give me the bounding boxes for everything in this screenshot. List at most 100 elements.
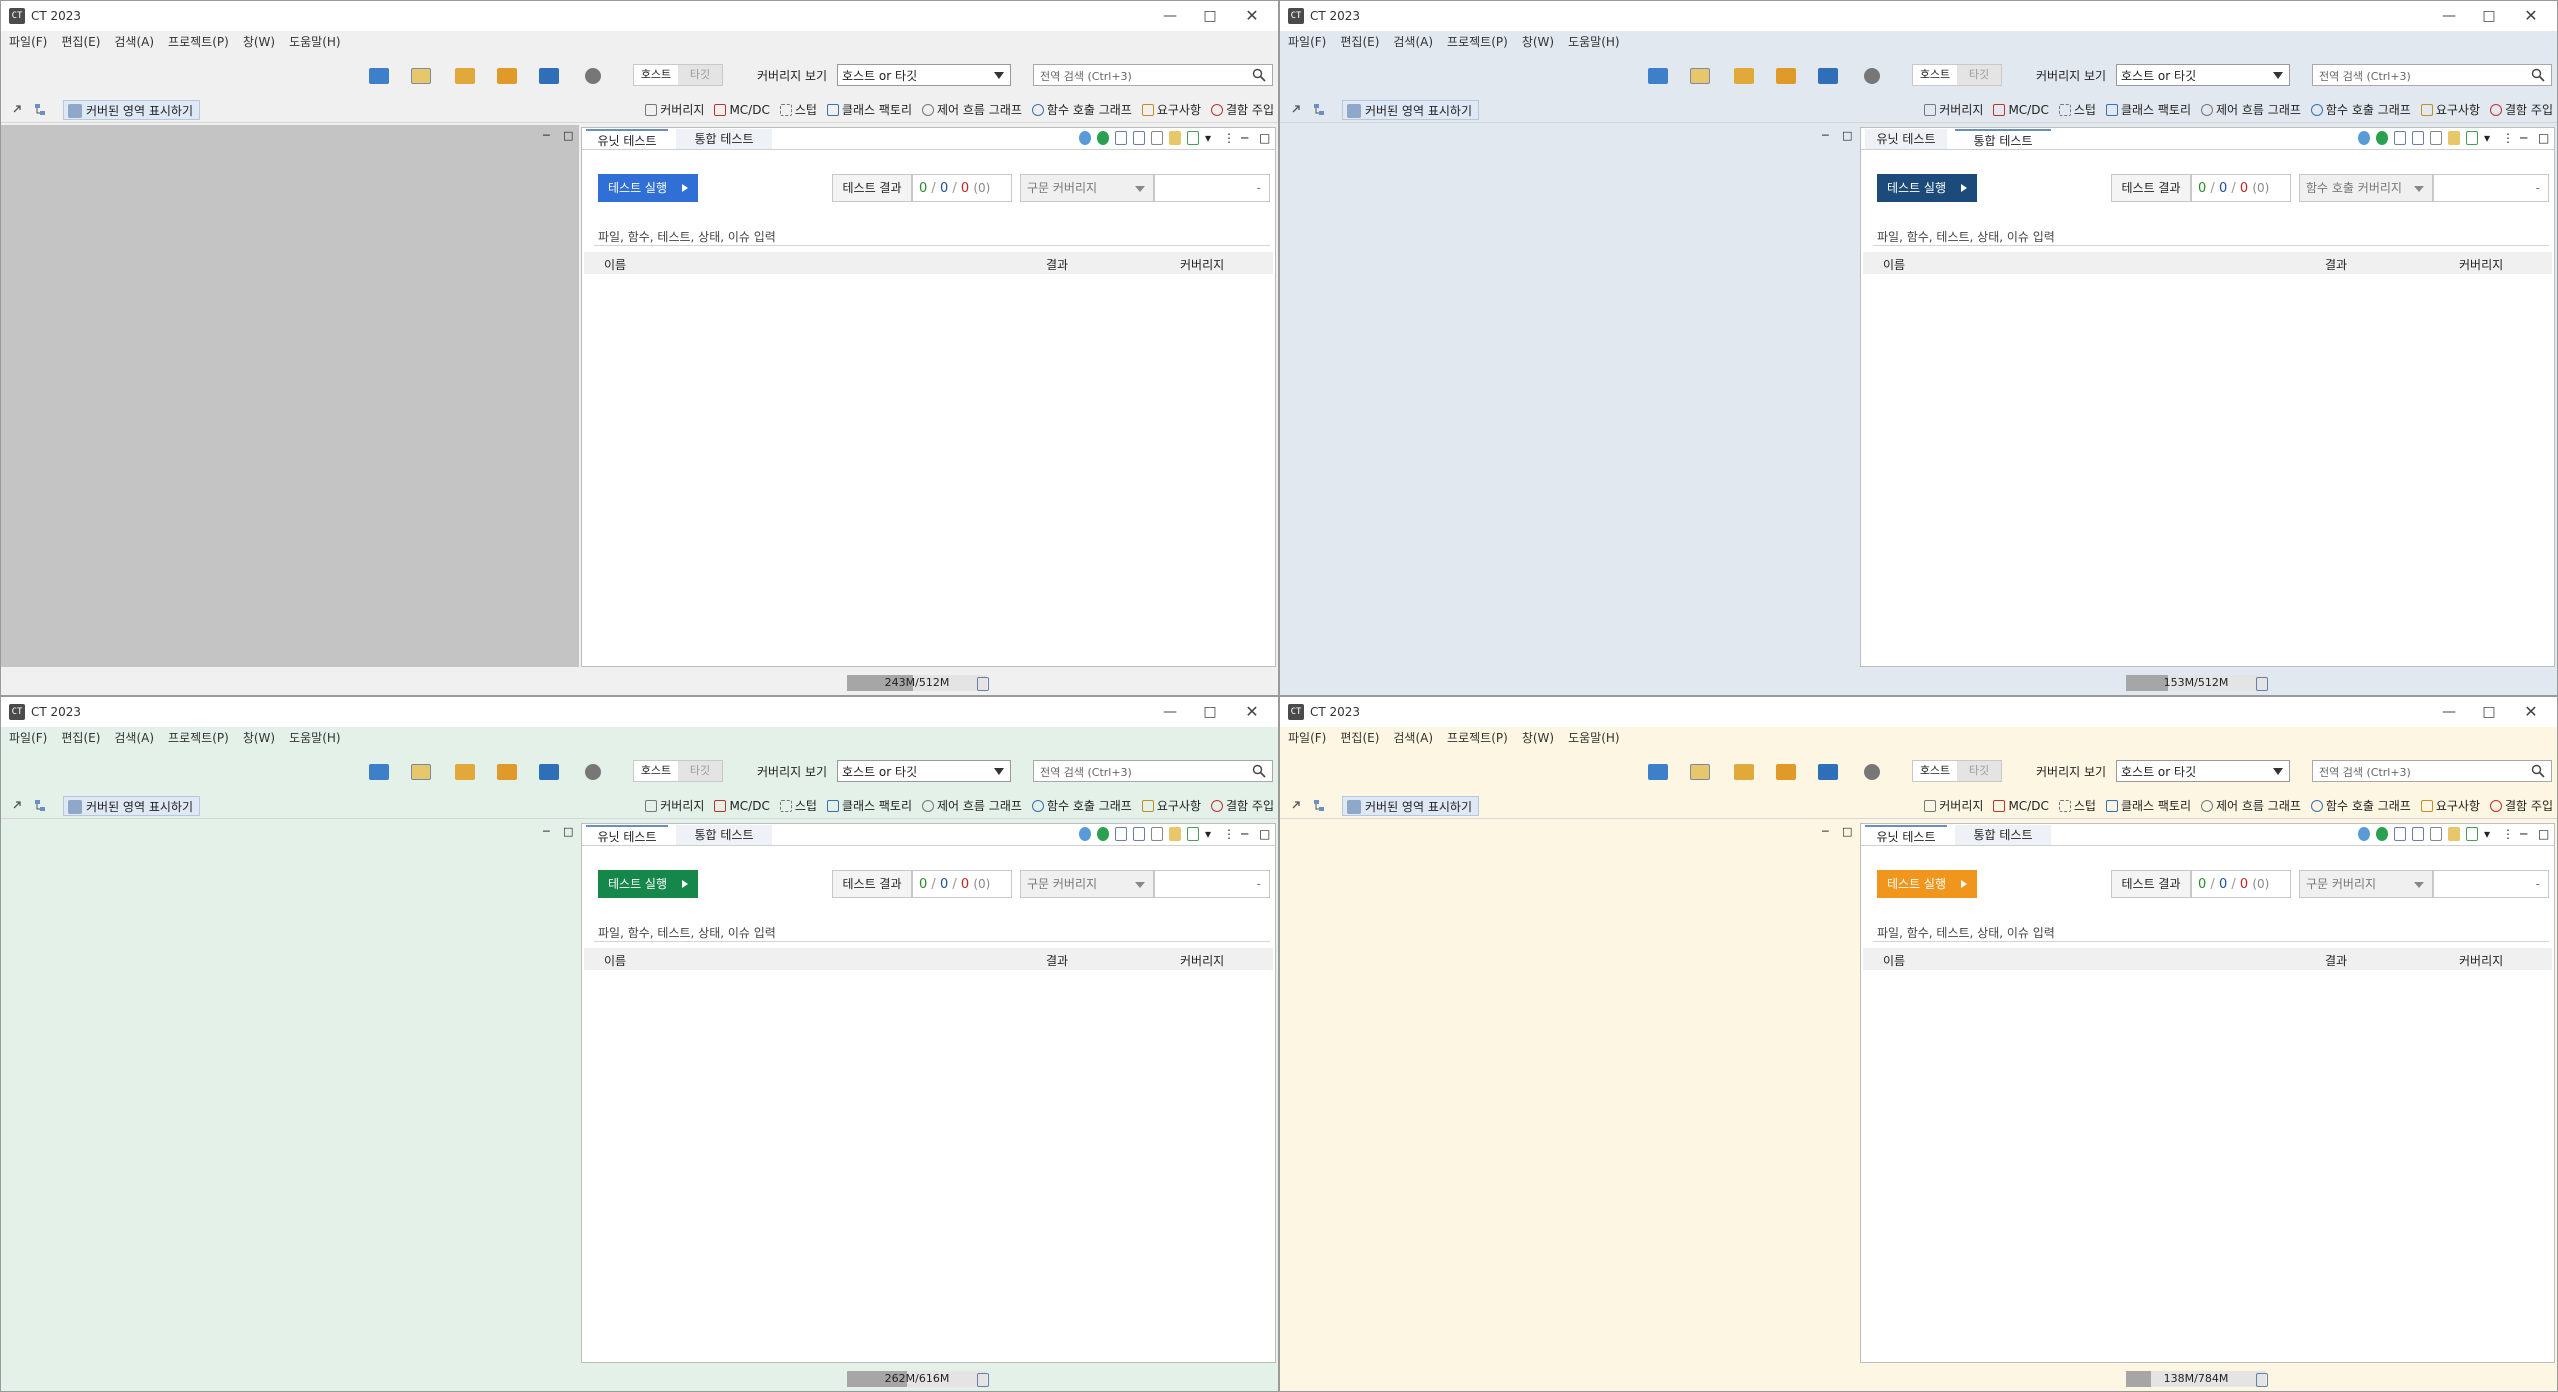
menu-help[interactable]: 도움말(H): [289, 729, 341, 746]
coverage-kind-select[interactable]: 함수 호출 커버리지: [2299, 174, 2433, 202]
show-covered-button[interactable]: 커버된 영역 표시하기: [63, 796, 200, 816]
maximize-view-icon[interactable]: □: [2538, 827, 2550, 841]
persp-requirements[interactable]: 요구사항: [1141, 101, 1201, 118]
persp-stub[interactable]: 스텁: [2058, 797, 2096, 814]
garbage-collect-icon[interactable]: [977, 1373, 989, 1387]
coverage-kind-select[interactable]: 구문 커버리지: [1020, 870, 1154, 898]
persp-stub[interactable]: 스텁: [2058, 101, 2096, 118]
tree-icon[interactable]: [33, 103, 47, 117]
search-icon[interactable]: [2531, 764, 2545, 778]
edit-project-button[interactable]: [1688, 761, 1712, 783]
dropdown-icon[interactable]: ▾: [1205, 131, 1217, 145]
settings-button[interactable]: [1860, 761, 1884, 783]
column-result[interactable]: 결과: [1046, 256, 1068, 273]
garbage-collect-icon[interactable]: [977, 677, 989, 691]
project-view-button[interactable]: [1816, 65, 1840, 87]
persp-requirements[interactable]: 요구사항: [2420, 101, 2480, 118]
maximize-view-icon[interactable]: □: [1259, 131, 1271, 145]
minimize-view-icon[interactable]: ─: [543, 130, 553, 141]
sort-icon[interactable]: [2430, 827, 2442, 841]
close-button[interactable]: ✕: [1232, 700, 1272, 724]
menu-project[interactable]: 프로젝트(P): [1447, 729, 1508, 746]
column-name[interactable]: 이름: [1883, 952, 1905, 969]
column-coverage[interactable]: 커버리지: [2459, 952, 2503, 969]
persp-requirements[interactable]: 요구사항: [1141, 797, 1201, 814]
export-button[interactable]: [495, 761, 519, 783]
target-mode-button[interactable]: 타깃: [678, 761, 722, 781]
persp-control-flow[interactable]: 제어 흐름 그래프: [922, 101, 1022, 118]
persp-fault-injection[interactable]: 결함 주입: [2490, 101, 2553, 118]
export-button[interactable]: [1774, 65, 1798, 87]
heap-status[interactable]: 138M/784M: [2126, 1371, 2266, 1387]
menu-window[interactable]: 창(W): [1522, 729, 1554, 746]
persp-call-graph[interactable]: 함수 호출 그래프: [2310, 101, 2411, 118]
coverage-kind-select[interactable]: 구문 커버리지: [1020, 174, 1154, 202]
dropdown-icon[interactable]: ▾: [2484, 131, 2496, 145]
close-button[interactable]: ✕: [2511, 700, 2551, 724]
column-name[interactable]: 이름: [1883, 256, 1905, 273]
tab-integration-test[interactable]: 통합 테스트: [1955, 129, 2051, 149]
tab-unit-test[interactable]: 유닛 테스트: [586, 825, 668, 845]
persp-class-factory[interactable]: 클래스 팩토리: [826, 101, 912, 118]
menu-help[interactable]: 도움말(H): [1568, 729, 1620, 746]
maximize-button[interactable]: □: [1190, 700, 1230, 724]
column-name[interactable]: 이름: [604, 952, 626, 969]
project-view-button[interactable]: [1816, 761, 1840, 783]
run-test-button[interactable]: 테스트 실행: [1877, 870, 1977, 898]
maximize-view-icon[interactable]: □: [563, 130, 573, 141]
menu-window[interactable]: 창(W): [243, 729, 275, 746]
column-coverage[interactable]: 커버리지: [1180, 256, 1224, 273]
menu-search[interactable]: 검색(A): [1393, 33, 1433, 50]
search-icon[interactable]: [2531, 68, 2545, 82]
title-bar[interactable]: CT CT 2023 — □ ✕: [1280, 697, 2557, 727]
collapse-all-icon[interactable]: [1133, 131, 1145, 145]
test-filter-input[interactable]: 파일, 함수, 테스트, 상태, 이슈 입력: [594, 922, 1270, 942]
show-covered-button[interactable]: 커버된 영역 표시하기: [1342, 796, 1479, 816]
menu-search[interactable]: 검색(A): [1393, 729, 1433, 746]
tab-integration-test[interactable]: 통합 테스트: [676, 825, 772, 845]
maximize-button[interactable]: □: [2469, 4, 2509, 28]
host-mode-button[interactable]: 호스트: [634, 761, 678, 781]
heap-status[interactable]: 262M/616M: [847, 1371, 987, 1387]
tab-unit-test[interactable]: 유닛 테스트: [1865, 129, 1947, 149]
close-button[interactable]: ✕: [1232, 4, 1272, 28]
global-search-input[interactable]: 전역 검색 (Ctrl+3): [1033, 64, 1273, 86]
menu-file[interactable]: 파일(F): [9, 33, 47, 50]
maximize-view-icon[interactable]: □: [2538, 131, 2550, 145]
expand-all-icon[interactable]: [2394, 827, 2406, 841]
project-view-button[interactable]: [537, 761, 561, 783]
settings-button[interactable]: [581, 761, 605, 783]
edit-project-button[interactable]: [409, 761, 433, 783]
sort-icon[interactable]: [2430, 131, 2442, 145]
persp-coverage[interactable]: 커버리지: [645, 797, 704, 814]
persp-mcdc[interactable]: MC/DC: [714, 101, 770, 118]
persp-stub[interactable]: 스텁: [779, 101, 817, 118]
more-options-icon[interactable]: ⋮: [1223, 131, 1235, 145]
menu-window[interactable]: 창(W): [243, 33, 275, 50]
refresh-icon[interactable]: [1079, 131, 1091, 145]
open-project-button[interactable]: [367, 65, 391, 87]
edit-project-button[interactable]: [409, 65, 433, 87]
link-icon[interactable]: [1290, 103, 1304, 117]
show-covered-button[interactable]: 커버된 영역 표시하기: [1342, 100, 1479, 120]
export-button[interactable]: [1774, 761, 1798, 783]
title-bar[interactable]: CT CT 2023 — □ ✕: [1, 697, 1278, 727]
garbage-collect-icon[interactable]: [2256, 1373, 2268, 1387]
expand-all-icon[interactable]: [2394, 131, 2406, 145]
target-mode-button[interactable]: 타깃: [1957, 761, 2001, 781]
column-coverage[interactable]: 커버리지: [1180, 952, 1224, 969]
open-project-button[interactable]: [1646, 761, 1670, 783]
title-bar[interactable]: CT CT 2023 — □ ✕: [1, 1, 1278, 31]
global-search-input[interactable]: 전역 검색 (Ctrl+3): [1033, 760, 1273, 782]
report-icon[interactable]: [1187, 827, 1199, 841]
check-icon[interactable]: [2376, 131, 2388, 145]
tree-icon[interactable]: [1312, 799, 1326, 813]
maximize-button[interactable]: □: [1190, 4, 1230, 28]
search-icon[interactable]: [1252, 764, 1266, 778]
global-search-input[interactable]: 전역 검색 (Ctrl+3): [2312, 760, 2552, 782]
persp-call-graph[interactable]: 함수 호출 그래프: [1031, 797, 1132, 814]
menu-project[interactable]: 프로젝트(P): [168, 729, 229, 746]
minimize-view-icon[interactable]: ─: [1241, 131, 1253, 145]
report-icon[interactable]: [2466, 131, 2478, 145]
minimize-view-icon[interactable]: ─: [1241, 827, 1253, 841]
